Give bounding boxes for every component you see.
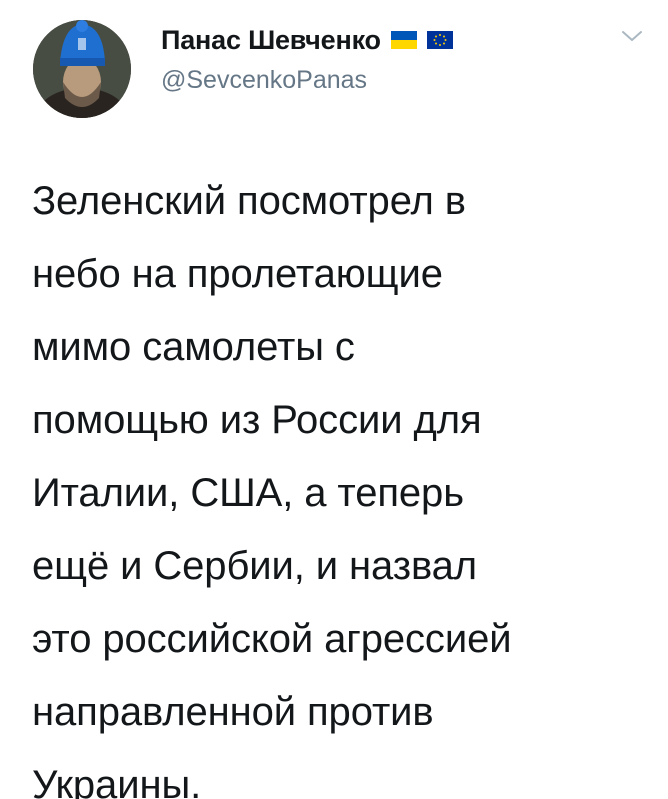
author-name-row: Панас Шевченко bbox=[161, 20, 453, 60]
flag-ukraine-icon bbox=[390, 31, 417, 49]
tweet-text: Зеленский посмотрел в небо на пролетающи… bbox=[32, 179, 512, 799]
avatar-image bbox=[33, 20, 131, 118]
author-display-name[interactable]: Панас Шевченко bbox=[161, 25, 381, 56]
author-avatar[interactable] bbox=[33, 20, 131, 118]
chevron-down-icon[interactable] bbox=[620, 28, 644, 44]
tweet-card: Панас Шевченко @SevcenkoPanas Зеленский … bbox=[0, 0, 668, 799]
flag-eu-icon bbox=[426, 31, 453, 49]
author-handle[interactable]: @SevcenkoPanas bbox=[161, 66, 367, 95]
